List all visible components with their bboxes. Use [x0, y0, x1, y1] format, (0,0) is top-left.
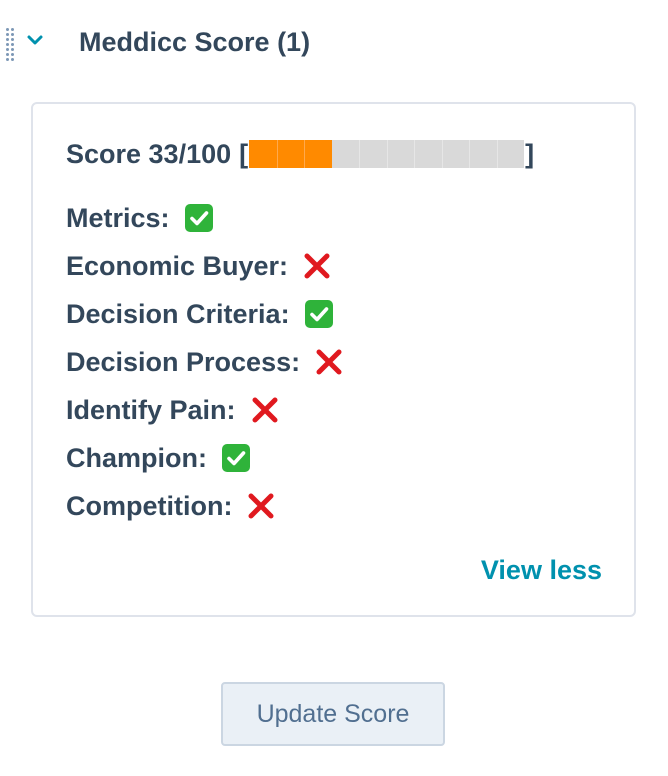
criteria-list: Metrics: Economic Buyer: Decision Criteria…	[66, 194, 344, 530]
criteria-label: Identify Pain:	[66, 394, 236, 425]
drag-handle-icon[interactable]	[6, 28, 16, 62]
criteria-row: Decision Criteria:	[66, 290, 344, 338]
section-title: Meddicc Score (1)	[79, 27, 311, 57]
criteria-label: Competition:	[66, 490, 233, 521]
criteria-row: Identify Pain:	[66, 386, 344, 434]
criteria-label: Decision Process:	[66, 346, 301, 377]
score-label: Score 33/100	[66, 139, 232, 169]
score-line: Score 33/100 [ ]	[66, 138, 534, 170]
score-progress-bar	[249, 140, 525, 168]
meddicc-score-card: Score 33/100 [ ] Metrics: Economic Buyer:…	[31, 102, 636, 617]
score-segment-empty	[331, 140, 360, 168]
score-segment-empty	[359, 140, 387, 168]
criteria-label: Economic Buyer:	[66, 250, 289, 281]
score-open-bracket: [	[239, 139, 249, 169]
score-segment-filled	[249, 140, 277, 168]
cross-icon	[314, 347, 344, 377]
view-less-link[interactable]: View less	[481, 554, 602, 586]
score-segment-empty	[414, 140, 442, 168]
criteria-row: Competition:	[66, 482, 344, 530]
score-close-bracket: ]	[525, 139, 535, 169]
cross-icon	[246, 491, 276, 521]
criteria-label: Metrics:	[66, 202, 170, 233]
score-segment-empty	[469, 140, 497, 168]
check-icon	[304, 299, 334, 329]
score-segment-empty	[441, 140, 470, 168]
criteria-row: Decision Process:	[66, 338, 344, 386]
update-score-button[interactable]: Update Score	[221, 682, 445, 746]
check-icon	[221, 443, 251, 473]
criteria-row: Economic Buyer:	[66, 242, 344, 290]
score-segment-filled	[276, 140, 305, 168]
criteria-row: Metrics:	[66, 194, 344, 242]
chevron-down-icon[interactable]	[26, 31, 44, 49]
check-icon	[184, 203, 214, 233]
cross-icon	[302, 251, 332, 281]
score-segment-empty	[496, 140, 525, 168]
criteria-row: Champion:	[66, 434, 344, 482]
cross-icon	[250, 395, 280, 425]
score-segment-empty	[386, 140, 415, 168]
criteria-label: Decision Criteria:	[66, 298, 290, 329]
criteria-label: Champion:	[66, 442, 207, 473]
score-segment-filled	[304, 140, 332, 168]
